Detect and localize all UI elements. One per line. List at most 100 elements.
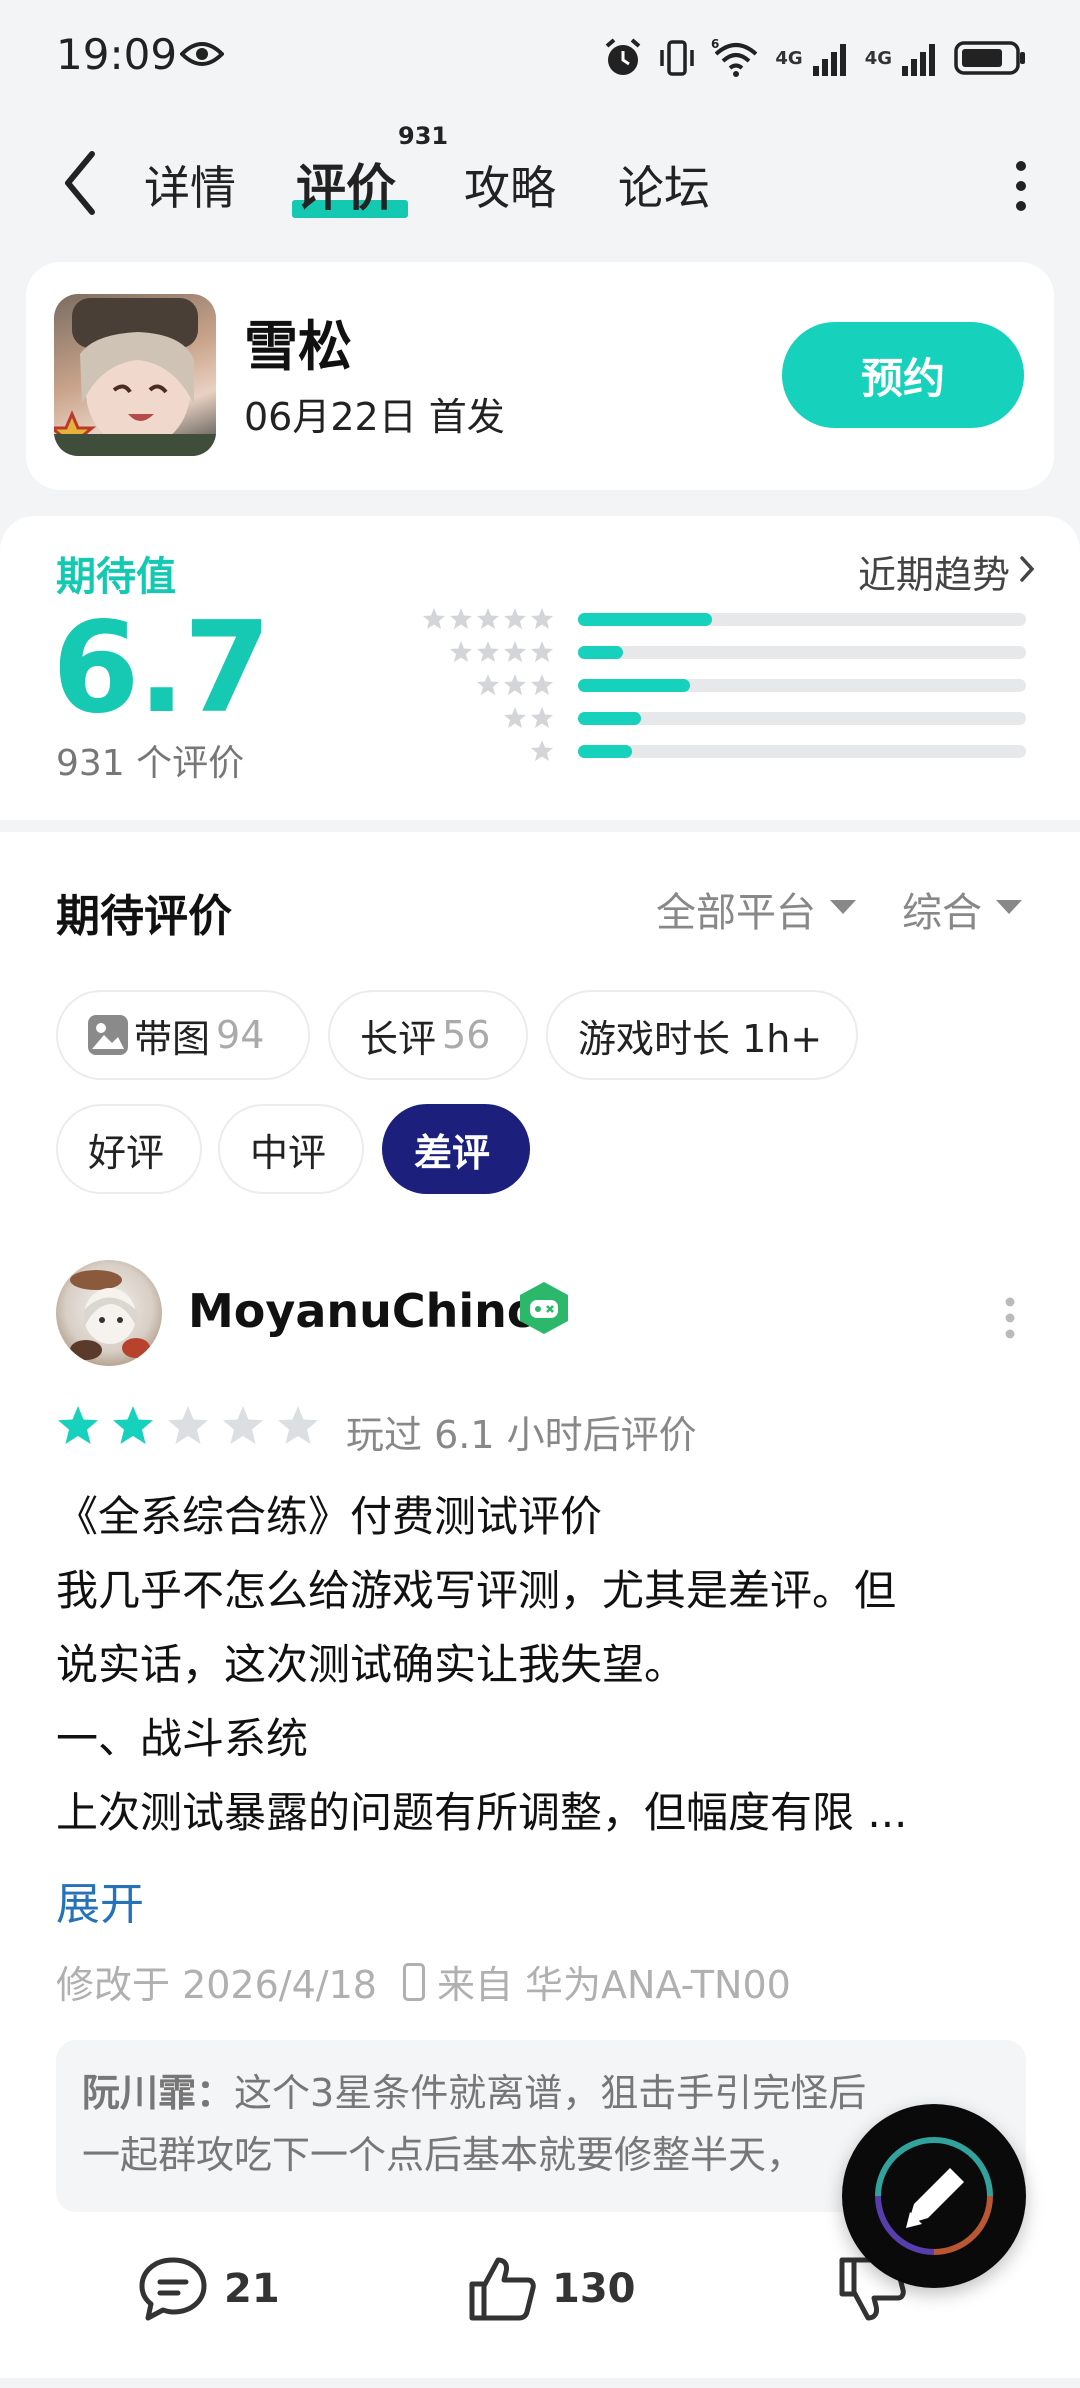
distribution-bar [578,712,1026,725]
distribution-bar [578,613,1026,626]
tab-reviews-badge: 931 [398,122,449,150]
review-stars [56,1402,336,1450]
rating-summary: 期待值 近期趋势 6.7 931 个评价 [0,516,1080,820]
review-line: 说实话，这次测试确实让我失望。 [56,1640,687,1689]
chip-neutral[interactable]: 中评 [218,1104,364,1194]
more-vertical-icon[interactable] [1014,158,1028,214]
like-count: 130 [552,2266,636,2312]
like-button[interactable]: 130 [466,2254,636,2324]
comment-button[interactable]: 21 [136,2254,280,2324]
tab-reviews[interactable]: 评价 [296,148,396,220]
star-icon [531,707,553,728]
reply-author: 阮川霏： [82,2071,235,2115]
star-empty-icon [223,1406,263,1444]
modified-date: 修改于 2026/4/18 [56,1963,377,2007]
top-nav: 详情 评价 931 攻略 论坛 [0,118,1080,250]
chip-long-review[interactable]: 长评 56 [328,990,528,1080]
release-date: 06月22日 首发 [244,395,505,439]
star-empty-icon [278,1406,318,1444]
write-review-button[interactable] [842,2104,1026,2288]
status-time: 19:09 [56,30,178,79]
pencil-icon [875,2137,993,2255]
platform-filter[interactable]: 全部平台 [656,880,816,938]
star-icon [504,707,526,728]
network-type-1: 4G [775,47,803,69]
star-icon [531,674,553,695]
status-icons: 6 4G 4G [603,34,1028,82]
device-info: 来自 华为ANA-TN00 [436,1963,791,2007]
star-icon [531,740,553,761]
chip-playtime[interactable]: 游戏时长 1h+ [546,990,858,1080]
bottom-bar [0,2378,1080,2388]
reply-line: 这个3星条件就离谱，狙击手引完怪后 [234,2071,867,2115]
distribution-bar [578,646,1026,659]
star-icons [504,707,553,728]
distribution-bar-fill [578,646,623,659]
tab-forum[interactable]: 论坛 [618,152,710,218]
review-footer: 修改于 2026/4/18 来自 华为ANA-TN00 [56,1954,791,2009]
star-icon [450,641,472,662]
signal-icon [812,44,846,76]
star-icons [477,674,553,695]
phone-icon [402,1962,425,2001]
chip-label: 好评 [88,1130,165,1175]
tab-details[interactable]: 详情 [144,152,236,218]
game-card[interactable]: 雪松 06月22日 首发 预约 [26,262,1054,490]
distribution-row-2-star [0,703,1080,733]
distribution-row-4-star [0,637,1080,667]
review-text[interactable]: 《全系综合练》付费测试评价 我几乎不怎么给游戏写评测，尤其是差评。但 说实话，这… [56,1480,1036,1850]
chip-count: 56 [442,1013,491,1057]
comment-icon [139,2257,207,2321]
thumbs-up-icon [469,2257,536,2321]
chip-with-image[interactable]: 带图 94 [56,990,310,1080]
tab-guides[interactable]: 攻略 [464,152,556,218]
chip-label: 带图 [134,1016,211,1061]
caret-down-icon[interactable] [830,900,856,914]
chip-count: 94 [216,1013,265,1057]
caret-down-icon[interactable] [996,900,1022,914]
chip-negative[interactable]: 差评 [382,1104,530,1194]
play-time: 玩过 6.1 小时后评价 [346,1413,697,1457]
sort-filter[interactable]: 综合 [902,880,982,938]
player-badge-icon [520,1282,568,1334]
game-icon [54,294,216,456]
distribution-row-1-star [0,736,1080,766]
chip-positive[interactable]: 好评 [56,1104,202,1194]
review-line: 上次测试暴露的问题有所调整，但幅度有限 ... [56,1788,908,1837]
recent-trend-link[interactable]: 近期趋势 [858,544,1010,599]
star-icon [477,608,499,629]
review-line: 我几乎不怎么给游戏写评测，尤其是差评。但 [56,1566,897,1615]
chip-label: 长评 [360,1016,437,1061]
alarm-icon [606,38,641,75]
star-empty-icon [168,1406,208,1444]
distribution-row-5-star [0,604,1080,634]
back-arrow-icon[interactable] [60,148,100,218]
avatar[interactable] [56,1260,162,1366]
star-icons [450,641,553,662]
eye-icon [180,42,224,66]
more-vertical-icon[interactable] [1004,1296,1016,1340]
star-icon [504,608,526,629]
distribution-bar-fill [578,613,713,626]
distribution-bar-fill [578,679,690,692]
reserve-button[interactable]: 预约 [782,322,1024,428]
star-filled-icon [58,1406,98,1444]
distribution-bar [578,745,1026,758]
review-line: 《全系综合练》付费测试评价 [56,1492,603,1541]
star-icons [423,608,553,629]
status-bar: 19:09 6 4G 4G [0,0,1080,118]
star-icons [531,740,553,761]
chevron-right-icon[interactable] [1018,554,1036,584]
chip-label: 差评 [414,1130,491,1175]
username[interactable]: MoyanuChino [188,1284,539,1338]
star-icon [504,641,526,662]
chip-label: 中评 [250,1130,327,1175]
signal-icon-2 [902,44,935,76]
expand-link[interactable]: 展开 [56,1868,144,1932]
distribution-row-3-star [0,670,1080,700]
battery-icon [954,41,1025,75]
wifi-icon: 6 [711,38,758,77]
star-icon [477,674,499,695]
wifi-badge-text: 6 [711,38,719,51]
reviews-title: 期待评价 [56,891,232,942]
